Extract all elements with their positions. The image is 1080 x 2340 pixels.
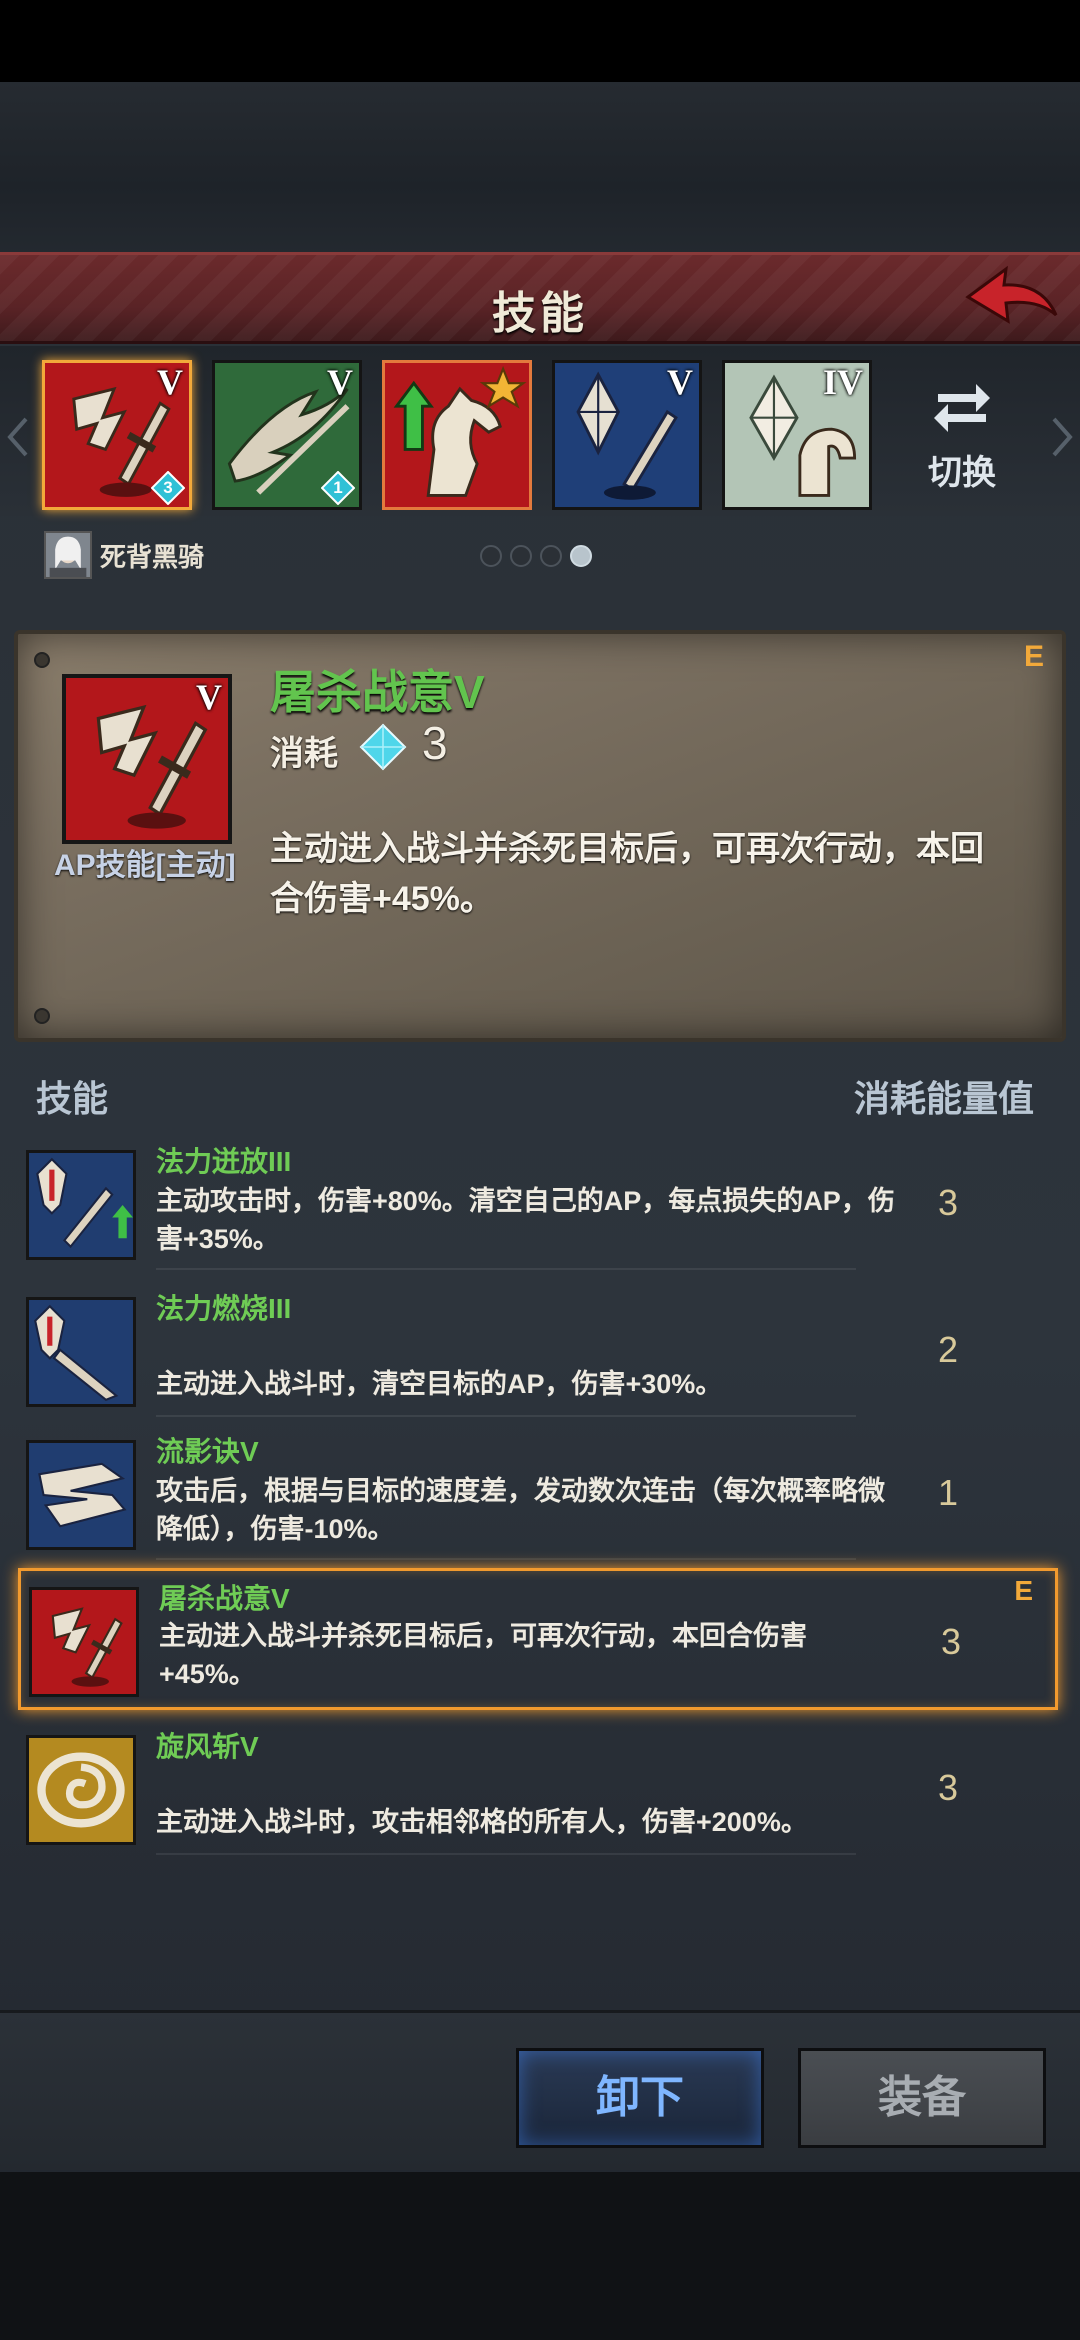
skill-description: 主动进入战斗并杀死目标后，可再次行动，本回合伤害+45%。	[270, 830, 984, 918]
skill-description: 主动攻击时，伤害+80%。清空自己的AP，每点损失的AP，伤害+35%。	[156, 1186, 895, 1254]
bottom-area	[0, 2172, 1080, 2340]
divider	[156, 1268, 856, 1270]
switch-label: 切换	[928, 454, 996, 492]
slaughter-skill-icon	[32, 1590, 136, 1694]
divider	[156, 1415, 856, 1417]
list-header-skill: 技能	[36, 1078, 109, 1119]
avatar	[44, 531, 92, 579]
page-indicator	[480, 545, 592, 567]
shadow-strike-icon	[29, 1443, 133, 1547]
grade-badge: E	[1014, 1575, 1033, 1606]
skill-rank: V	[196, 677, 222, 717]
skill-icon	[26, 1735, 136, 1845]
skill-description: 攻击后，根据与目标的速度差，发动数次连击（每次概率略微降低），伤害-10%。	[156, 1476, 885, 1544]
skill-detail-card: V AP技能[主动] 屠杀战意V 消耗 3 E 主动进入战斗并杀死目标后，可再次…	[14, 630, 1066, 1042]
skill-description: 主动进入战斗时，攻击相邻格的所有人，伤害+200%。	[156, 1807, 808, 1837]
skill-rank: V	[157, 362, 183, 402]
skill-slot-4[interactable]: V	[552, 360, 702, 510]
skill-slot-5[interactable]: IV	[722, 360, 872, 510]
skill-icon	[26, 1297, 136, 1407]
skill-list-item-selected[interactable]: 屠杀战意V 主动进入战斗并杀死目标后，可再次行动，本回合伤害+45%。 3 E	[18, 1568, 1058, 1710]
scroll-right-icon[interactable]	[1050, 415, 1074, 459]
skill-icon	[26, 1150, 136, 1260]
back-arrow-icon	[965, 265, 1058, 324]
energy-gem-icon	[359, 723, 407, 771]
skill-cost: 3	[941, 1621, 962, 1662]
skill-list-item[interactable]: 旋风斩V 主动进入战斗时，攻击相邻格的所有人，伤害+200%。 3	[18, 1715, 1058, 1855]
back-button[interactable]	[962, 263, 1062, 341]
character-info: 死背黑骑	[44, 530, 204, 580]
skill-description: 主动进入战斗并杀死目标后，可再次行动，本回合伤害+45%。	[159, 1621, 807, 1689]
skill-rank: IV	[822, 362, 863, 402]
switch-button[interactable]: 切换	[912, 378, 1012, 508]
skill-cost: 3	[938, 1182, 959, 1223]
skill-name: 法力燃烧III	[156, 1293, 292, 1324]
skill-list-item[interactable]: 法力迸放III 主动攻击时，伤害+80%。清空自己的AP，每点损失的AP，伤害+…	[18, 1130, 1058, 1270]
skill-cost: 2	[938, 1329, 959, 1370]
energy-gem-badge: 3	[151, 471, 185, 505]
skill-name: 流影诀V	[156, 1436, 259, 1467]
character-portrait-icon	[46, 533, 90, 577]
page-dot[interactable]	[510, 545, 532, 567]
whirlwind-icon	[29, 1738, 133, 1842]
skill-slot-2[interactable]: V 1	[212, 360, 362, 510]
scroll-left-icon[interactable]	[6, 415, 30, 459]
character-name: 死背黑骑	[100, 541, 205, 572]
page-dot[interactable]	[540, 545, 562, 567]
unequip-button[interactable]: 卸下	[516, 2048, 764, 2148]
skill-name: 屠杀战意V	[159, 1583, 290, 1614]
equip-button[interactable]: 装备	[798, 2048, 1046, 2148]
rivet	[34, 1008, 50, 1024]
skill-rank: V	[327, 362, 353, 402]
skill-description: 主动进入战斗时，清空目标的AP，伤害+30%。	[156, 1369, 723, 1399]
page-dot[interactable]	[480, 545, 502, 567]
grade-badge: E	[1023, 640, 1044, 673]
skill-list-item[interactable]: 法力燃烧III 主动进入战斗时，清空目标的AP，伤害+30%。 2	[18, 1277, 1058, 1417]
cost-value: 3	[422, 717, 448, 769]
horse-charge-skill-icon	[385, 363, 529, 507]
skill-name: 屠杀战意V	[270, 666, 485, 718]
skill-cost: 1	[938, 1472, 959, 1513]
skill-list-item[interactable]: 流影诀V 攻击后，根据与目标的速度差，发动数次连击（每次概率略微降低），伤害-1…	[18, 1420, 1058, 1560]
divider	[156, 1853, 856, 1855]
skill-rank: V	[667, 362, 693, 402]
mana-burn-icon	[29, 1300, 133, 1404]
badge-count: 1	[333, 478, 343, 497]
skill-type: AP技能[主动]	[54, 849, 236, 882]
status-bar	[0, 0, 1080, 82]
skill-slot-3[interactable]	[382, 360, 532, 510]
badge-count: 3	[163, 478, 173, 497]
cost-label: 消耗	[270, 735, 338, 773]
energy-gem-badge: 1	[321, 471, 355, 505]
skill-icon	[29, 1587, 139, 1697]
skill-name: 旋风斩V	[156, 1731, 259, 1762]
swap-arrows-icon	[934, 384, 990, 432]
page-dot-active[interactable]	[570, 545, 592, 567]
skill-icon	[26, 1440, 136, 1550]
skill-cost: 3	[938, 1767, 959, 1808]
skill-slot-1[interactable]: V 3	[42, 360, 192, 510]
detail-skill-icon: V	[62, 674, 232, 844]
page-title: 技能	[492, 289, 588, 338]
header-bar: 技能	[0, 252, 1080, 344]
divider	[156, 1558, 856, 1560]
rivet	[34, 652, 50, 668]
skill-name: 法力迸放III	[156, 1146, 292, 1177]
mana-burst-icon	[29, 1153, 133, 1257]
list-header-cost: 消耗能量值	[853, 1078, 1034, 1119]
